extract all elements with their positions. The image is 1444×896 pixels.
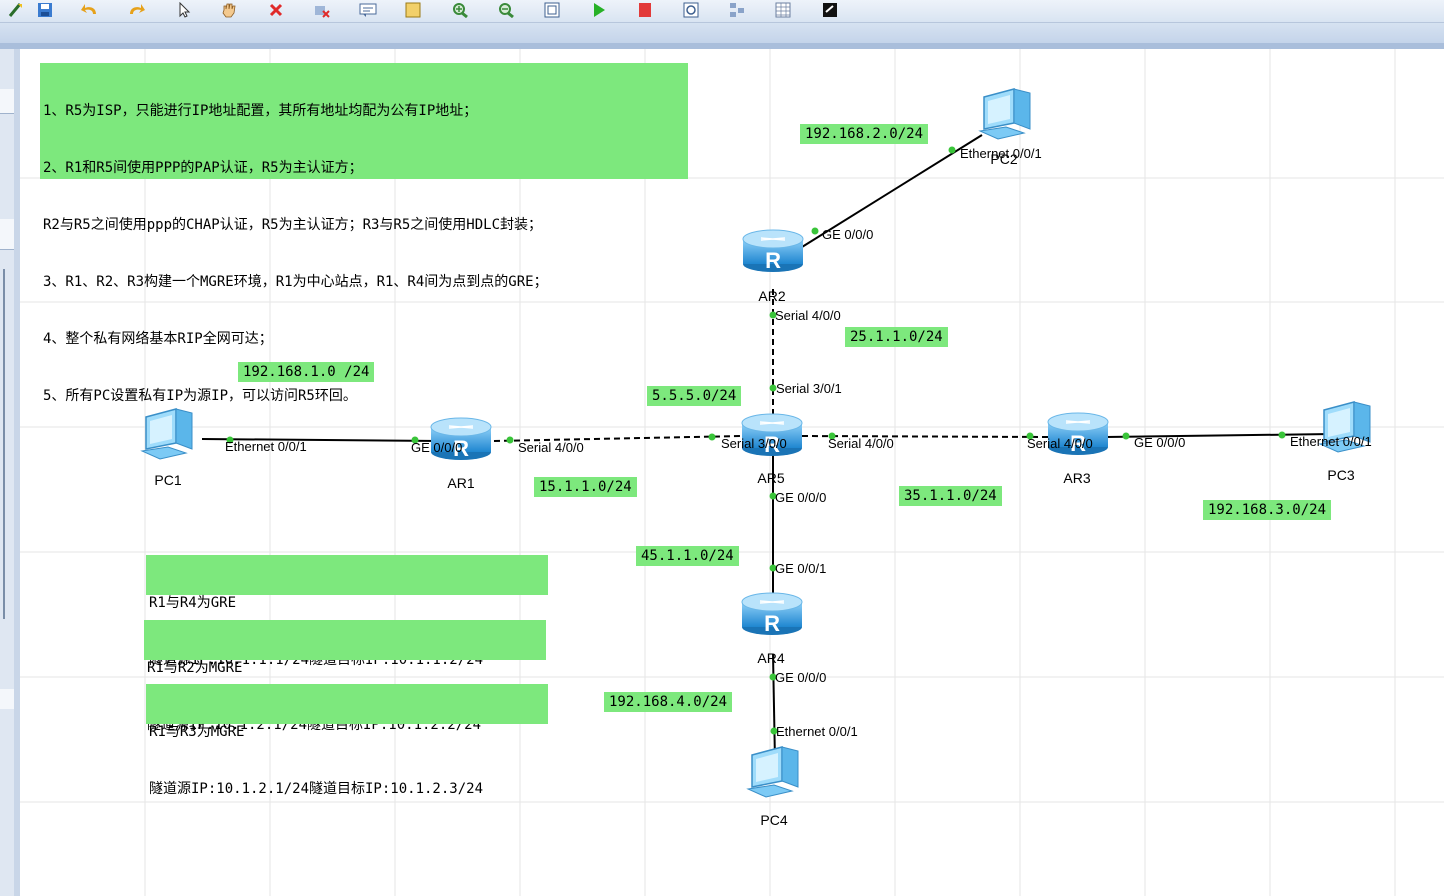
tunnel-note-mgre-r1-r2[interactable]: R1与R2为MGRE 隧道源IP:10.1.2.1/24隧道目标IP:10.1.…	[144, 620, 546, 733]
port-label-ar2-ge: GE 0/0/0	[822, 227, 873, 242]
requirement-line: 1、R5为ISP，只能进行IP地址配置，其所有地址均配为公有IP地址；	[43, 103, 478, 119]
redo-icon[interactable]	[124, 0, 148, 20]
zoom-out-icon[interactable]	[495, 0, 519, 20]
port-label-ar2-serial: Serial 4/0/0	[775, 308, 841, 323]
pc4-label: PC4	[760, 812, 787, 828]
ar2-label: AR2	[758, 288, 785, 304]
tunnel-title: R1与R3为MGRE	[149, 724, 245, 740]
tunnel-note-gre-r1-r4[interactable]: R1与R4为GRE 隧道源IP:10.1.1.1/24隧道目标IP:10.1.1…	[146, 555, 548, 668]
port-label-ar3-ge: GE 0/0/0	[1134, 435, 1185, 450]
tunnel-title: R1与R2为MGRE	[147, 660, 243, 676]
network-label-5-5-5[interactable]: 5.5.5.0/24	[647, 386, 742, 406]
network-label-192-168-3[interactable]: 192.168.3.0/24	[1203, 500, 1332, 520]
ar3-label: AR3	[1063, 470, 1090, 486]
select-icon[interactable]	[4, 0, 28, 20]
port-label-pc3-eth: Ethernet 0/0/1	[1290, 434, 1372, 449]
device-panel-collapsed[interactable]	[0, 49, 15, 896]
port-label-ar4-ge1: GE 0/0/1	[775, 561, 826, 576]
port-label-ar3-serial: Serial 4/0/0	[1027, 436, 1093, 451]
tunnel-note-mgre-r1-r3[interactable]: R1与R3为MGRE 隧道源IP:10.1.2.1/24隧道目标IP:10.1.…	[146, 684, 548, 797]
port-dot-ar3-ge	[1122, 432, 1130, 440]
fit-window-icon[interactable]	[540, 0, 564, 20]
router-ar4[interactable]: R	[741, 592, 803, 636]
requirement-line: 4、整个私有网络基本RIP全网可达；	[43, 331, 273, 347]
pc2-computer-icon[interactable]	[979, 88, 1031, 140]
port-label-ar4-ge0: GE 0/0/0	[775, 670, 826, 685]
topology-icon[interactable]	[725, 0, 749, 20]
router-ar2[interactable]: R	[742, 229, 804, 273]
start-device-icon[interactable]	[587, 0, 611, 20]
network-label-25[interactable]: 25.1.1.0/24	[845, 327, 948, 347]
port-label-ar5-s301: Serial 3/0/1	[776, 381, 842, 396]
panel-tab-1[interactable]	[0, 89, 14, 114]
menu-strip	[0, 23, 1444, 43]
pc3-label: PC3	[1327, 467, 1354, 483]
network-label-192-168-2[interactable]: 192.168.2.0/24	[800, 124, 929, 144]
pc4-computer-icon[interactable]	[747, 746, 799, 798]
topology-canvas[interactable]: R R R R R PC1 PC2 PC3 PC4 AR1 AR2 AR5 AR…	[20, 49, 1444, 896]
save-icon[interactable]	[33, 0, 57, 20]
console-icon[interactable]	[818, 0, 842, 20]
text-annotation-icon[interactable]	[356, 0, 380, 20]
zoom-in-icon[interactable]	[449, 0, 473, 20]
requirement-line: 3、R1、R2、R3构建一个MGRE环境，R1为中心站点，R1、R4间为点到点的…	[43, 274, 548, 290]
requirement-line: R2与R5之间使用ppp的CHAP认证，R5为主认证方；R3与R5之间使用HDL…	[43, 217, 543, 233]
port-dot-pc2	[948, 146, 956, 154]
delete-icon[interactable]	[264, 0, 288, 20]
panel-tab-3[interactable]	[0, 689, 14, 709]
stop-device-icon[interactable]	[633, 0, 657, 20]
requirements-note[interactable]: 1、R5为ISP，只能进行IP地址配置，其所有地址均配为公有IP地址； 2、R1…	[40, 63, 688, 404]
rectangle-icon[interactable]	[401, 0, 425, 20]
network-label-45[interactable]: 45.1.1.0/24	[636, 546, 739, 566]
delete-connection-icon[interactable]	[310, 0, 334, 20]
capture-icon[interactable]	[679, 0, 703, 20]
toolbar	[0, 0, 1444, 23]
port-label-pc2-eth: Ethernet 0/0/1	[960, 146, 1042, 161]
port-dot-pc3	[1278, 431, 1286, 439]
port-label-ar5-s400: Serial 4/0/0	[828, 436, 894, 451]
grid-icon[interactable]	[771, 0, 795, 20]
ar5-label: AR5	[757, 470, 784, 486]
port-label-pc4-eth: Ethernet 0/0/1	[776, 724, 858, 739]
pc1-label: PC1	[154, 472, 181, 488]
network-label-192-168-1[interactable]: 192.168.1.0 /24	[238, 362, 375, 382]
panel-scrollbar[interactable]	[3, 269, 5, 619]
port-dot-ar2-ge	[811, 227, 819, 235]
port-label-ar5-s300: Serial 3/0/0	[721, 436, 787, 451]
port-dot-ar5-s300	[708, 433, 716, 441]
pan-hand-icon[interactable]	[217, 0, 241, 20]
undo-icon[interactable]	[78, 0, 102, 20]
network-label-35[interactable]: 35.1.1.0/24	[899, 486, 1002, 506]
network-label-15[interactable]: 15.1.1.0/24	[534, 477, 637, 497]
panel-tab-2[interactable]	[0, 219, 14, 250]
router-glyph: R	[764, 611, 780, 636]
router-glyph: R	[765, 248, 781, 273]
network-label-192-168-4[interactable]: 192.168.4.0/24	[604, 692, 733, 712]
requirement-line: 5、所有PC设置私有IP为源IP，可以访问R5环回。	[43, 388, 357, 404]
requirement-line: 2、R1和R5间使用PPP的PAP认证，R5为主认证方；	[43, 160, 363, 176]
ar4-label: AR4	[757, 650, 784, 666]
select-pointer-icon[interactable]	[172, 0, 196, 20]
tunnel-title: R1与R4为GRE	[149, 595, 237, 611]
ar1-label: AR1	[447, 475, 474, 491]
port-label-ar5-ge: GE 0/0/0	[775, 490, 826, 505]
tunnel-detail: 隧道源IP:10.1.2.1/24隧道目标IP:10.1.2.3/24	[149, 781, 484, 797]
